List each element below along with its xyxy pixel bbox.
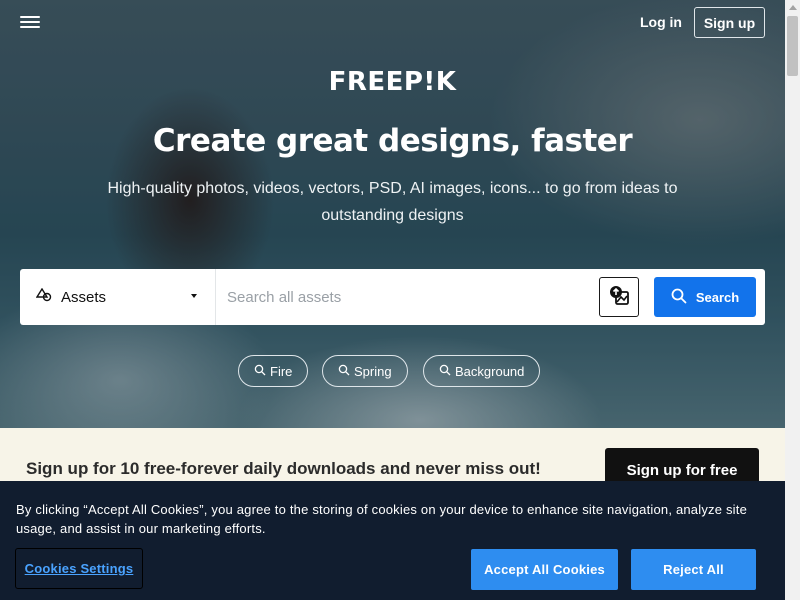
search-button[interactable]: Search — [654, 277, 756, 317]
suggestion-chips: Fire Spring Background — [0, 355, 785, 387]
suggestion-chip-spring[interactable]: Spring — [322, 355, 408, 387]
search-icon — [671, 288, 687, 307]
suggestion-chip-fire[interactable]: Fire — [238, 355, 309, 387]
cookie-consent-text: By clicking “Accept All Cookies”, you ag… — [16, 502, 747, 536]
suggestion-chip-background[interactable]: Background — [423, 355, 541, 387]
freepik-logo[interactable]: FREEP!K — [0, 67, 785, 97]
hamburger-menu-icon[interactable] — [20, 13, 40, 31]
search-icon — [254, 364, 266, 379]
shapes-icon — [35, 287, 52, 307]
image-search-icon — [608, 284, 630, 311]
asset-type-label: Assets — [61, 288, 107, 306]
suggestion-chip-label: Background — [455, 363, 525, 379]
cookie-consent-banner: By clicking “Accept All Cookies”, you ag… — [0, 481, 785, 600]
suggestion-chip-label: Spring — [354, 363, 392, 379]
image-search-button[interactable] — [599, 277, 639, 317]
accept-all-cookies-button[interactable]: Accept All Cookies — [471, 549, 618, 590]
chevron-down-icon — [191, 294, 197, 298]
page-scrollbar[interactable] — [785, 0, 800, 600]
scrollbar-thumb[interactable] — [787, 16, 798, 76]
search-icon — [439, 364, 451, 379]
login-link[interactable]: Log in — [640, 14, 682, 30]
page-headline: Create great designs, faster — [152, 123, 633, 159]
asset-type-dropdown[interactable]: Assets — [20, 269, 216, 325]
search-button-label: Search — [695, 289, 740, 305]
search-input[interactable] — [217, 269, 592, 325]
search-bar: Assets Search — [20, 269, 765, 325]
scroll-up-arrow-icon[interactable] — [789, 5, 797, 10]
cookies-settings-button[interactable]: Cookies Settings — [15, 548, 143, 589]
page-subtitle: High-quality photos, videos, vectors, PS… — [107, 180, 678, 224]
promo-text: Sign up for 10 free-forever daily downlo… — [26, 459, 541, 478]
hero-section: Log in Sign up FREEP!K Create great desi… — [0, 0, 785, 428]
signup-button[interactable]: Sign up — [694, 7, 765, 38]
search-icon — [338, 364, 350, 379]
reject-all-button[interactable]: Reject All — [631, 549, 756, 590]
suggestion-chip-label: Fire — [270, 363, 293, 379]
